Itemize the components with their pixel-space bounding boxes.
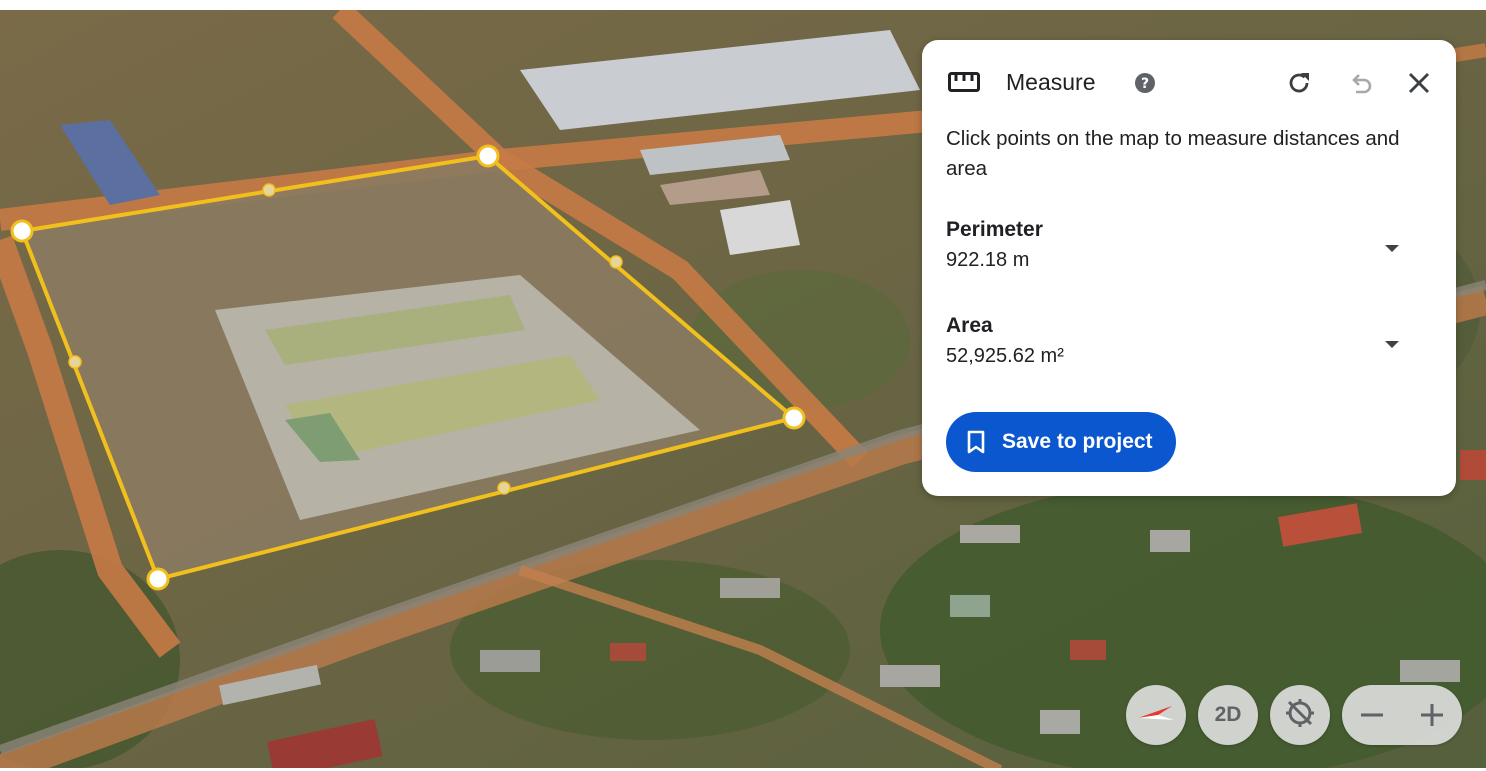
perimeter-label: Perimeter [946, 218, 1043, 241]
close-icon[interactable] [1402, 66, 1436, 100]
chevron-down-icon[interactable] [1380, 236, 1404, 260]
zoom-out-icon[interactable] [1356, 699, 1388, 731]
vertex-handle [146, 567, 170, 591]
ruler-icon [946, 68, 982, 96]
view-mode-label: 2D [1214, 703, 1242, 726]
svg-text:?: ? [1141, 76, 1149, 92]
midpoint-handle [262, 183, 276, 197]
area-row[interactable]: Area 52,925.62 m² [946, 310, 1432, 380]
save-to-project-button[interactable]: Save to project [946, 412, 1176, 472]
chevron-down-icon[interactable] [1380, 332, 1404, 356]
save-button-label: Save to project [1002, 430, 1153, 453]
perimeter-value: 922.18 m [946, 249, 1030, 271]
perimeter-row[interactable]: Perimeter 922.18 m [946, 214, 1432, 284]
panel-title: Measure [1006, 69, 1096, 95]
midpoint-handle [497, 481, 511, 495]
view-mode-toggle[interactable]: 2D [1198, 685, 1258, 745]
zoom-in-icon[interactable] [1416, 699, 1448, 731]
help-icon[interactable]: ? [1132, 70, 1158, 96]
compass-icon [1136, 702, 1176, 729]
compass-button[interactable] [1126, 685, 1186, 745]
instructions-text: Click points on the map to measure dista… [946, 127, 1400, 180]
vertex-handle [782, 406, 806, 430]
area-value: 52,925.62 m² [946, 345, 1064, 367]
bookmark-icon [966, 429, 988, 455]
panel-header: Measure ? [922, 40, 1456, 124]
orientation-reset-icon [1284, 697, 1316, 734]
area-label: Area [946, 314, 993, 337]
orientation-reset-button[interactable] [1270, 685, 1330, 745]
zoom-controls [1342, 685, 1462, 745]
undo-icon[interactable] [1344, 66, 1378, 100]
redo-icon[interactable] [1282, 66, 1316, 100]
vertex-handle [476, 144, 500, 168]
measure-panel: Measure ? Click points on the map to mea… [922, 40, 1456, 496]
midpoint-handle [609, 255, 623, 269]
vertex-handle [10, 219, 34, 243]
midpoint-handle [68, 355, 82, 369]
